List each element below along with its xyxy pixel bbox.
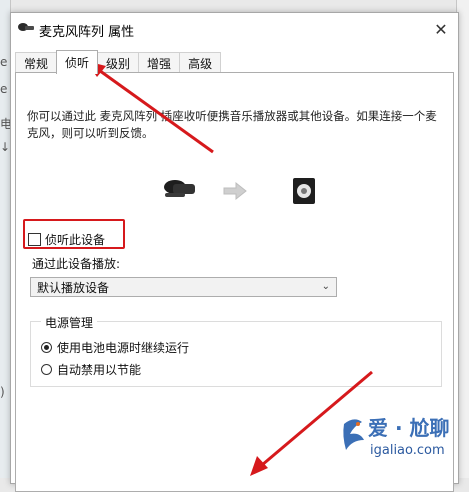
background-text-fragment: e	[0, 82, 8, 96]
listen-description: 你可以通过此 麦克风阵列 插座收听便携音乐播放器或其他设备。如果连接一个麦克风，…	[27, 109, 437, 140]
power-management-group: 电源管理 使用电池电源时继续运行 自动禁用以节能	[30, 314, 442, 387]
speaker-icon	[293, 178, 315, 204]
watermark-title: 爱 · 尬聊	[368, 416, 450, 440]
arrow-right-icon	[223, 181, 247, 201]
tab-levels[interactable]: 级别	[97, 52, 140, 73]
window-title: 麦克风阵列 属性	[39, 25, 135, 40]
radio-button[interactable]	[41, 364, 52, 375]
radio-button-selected[interactable]	[41, 342, 52, 353]
radio-auto-disable[interactable]: 自动禁用以节能	[41, 361, 141, 378]
power-management-legend: 电源管理	[41, 314, 98, 331]
radio-label[interactable]: 自动禁用以节能	[57, 361, 141, 378]
title-bar[interactable]: 麦克风阵列 属性 ✕	[11, 13, 458, 45]
chevron-down-icon: ⌄	[321, 281, 330, 292]
annotation-highlight-box	[23, 219, 125, 249]
playback-device-select[interactable]: 默认播放设备 ⌄	[30, 277, 337, 297]
watermark-bird-icon	[343, 419, 364, 450]
tab-strip: 常规 侦听 级别 增强 高级	[15, 50, 222, 74]
tab-advanced[interactable]: 高级	[179, 52, 222, 73]
background-text-fragment: )	[0, 385, 5, 399]
close-button[interactable]: ✕	[428, 17, 454, 41]
microphone-icon	[18, 23, 34, 31]
listen-illustration	[164, 178, 315, 204]
radio-continue-on-battery[interactable]: 使用电池电源时继续运行	[41, 339, 189, 356]
playback-device-label: 通过此设备播放:	[32, 257, 121, 271]
background-text-fragment: e	[0, 55, 8, 69]
watermark-logo: 爱 · 尬聊 igaliao.com	[340, 408, 465, 468]
playback-device-value: 默认播放设备	[37, 280, 110, 295]
watermark-url: igaliao.com	[370, 443, 445, 458]
tab-general[interactable]: 常规	[15, 52, 58, 73]
tab-enhancements[interactable]: 增强	[138, 52, 181, 73]
radio-label[interactable]: 使用电池电源时继续运行	[57, 339, 189, 356]
tab-listen[interactable]: 侦听	[56, 50, 99, 74]
background-text-fragment: ↓	[0, 140, 11, 154]
microphone-device-icon	[164, 180, 195, 197]
